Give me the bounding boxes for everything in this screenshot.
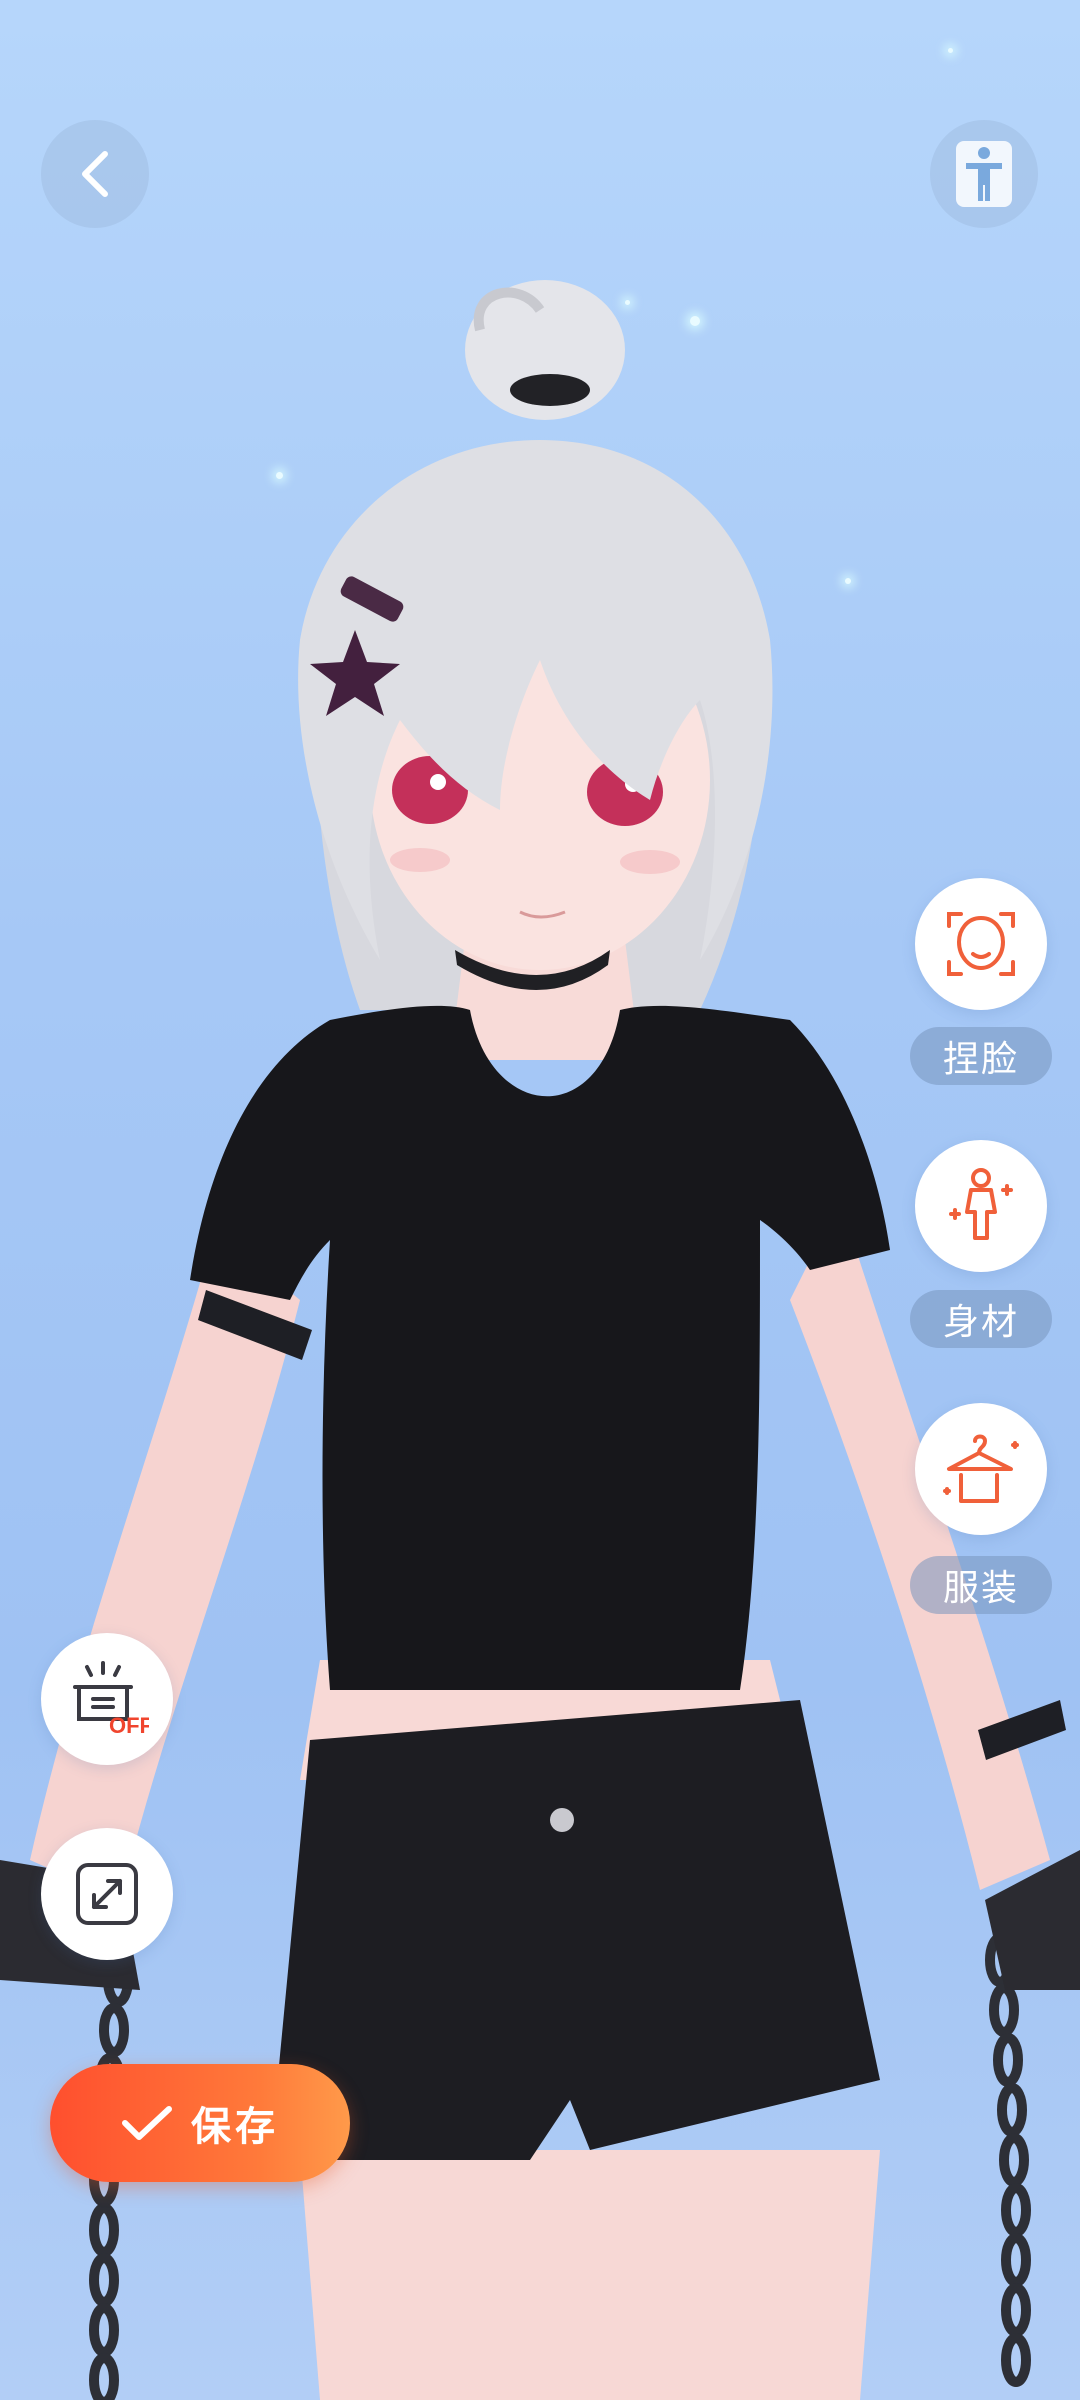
shorts xyxy=(270,1700,880,2160)
outfit-edit-label: 服装 xyxy=(910,1556,1052,1614)
chain-right xyxy=(985,1933,1031,2387)
body-icon xyxy=(949,1168,1013,1240)
standing-figure-icon xyxy=(956,141,1012,207)
body-edit-button[interactable] xyxy=(915,1140,1047,1272)
back-button[interactable] xyxy=(41,120,149,228)
pose-button[interactable] xyxy=(930,120,1038,228)
chevron-left-icon xyxy=(82,151,108,197)
fullscreen-button[interactable] xyxy=(41,1828,173,1960)
blush xyxy=(620,850,680,874)
clothes-hanger-icon xyxy=(943,1434,1019,1503)
body-edit-label: 身材 xyxy=(910,1290,1052,1348)
save-button[interactable]: 保存 xyxy=(50,2064,350,2182)
outfit-edit-button[interactable] xyxy=(915,1403,1047,1535)
save-label: 保存 xyxy=(191,2105,279,2149)
checkmark-icon xyxy=(122,2106,172,2140)
lamp-off-icon: OFF xyxy=(73,1661,149,1738)
toggle-badge: OFF xyxy=(109,1713,149,1738)
legs xyxy=(300,2150,880,2400)
blush xyxy=(390,848,450,872)
eye-highlight xyxy=(430,774,446,790)
face-edit-button[interactable] xyxy=(915,878,1047,1010)
face-icon xyxy=(947,912,1015,976)
face-edit-label: 捏脸 xyxy=(910,1027,1052,1085)
shorts-button xyxy=(550,1808,574,1832)
expand-icon xyxy=(76,1863,138,1925)
hair-tie xyxy=(510,374,590,406)
lamp-toggle-button[interactable]: OFF xyxy=(41,1633,173,1765)
